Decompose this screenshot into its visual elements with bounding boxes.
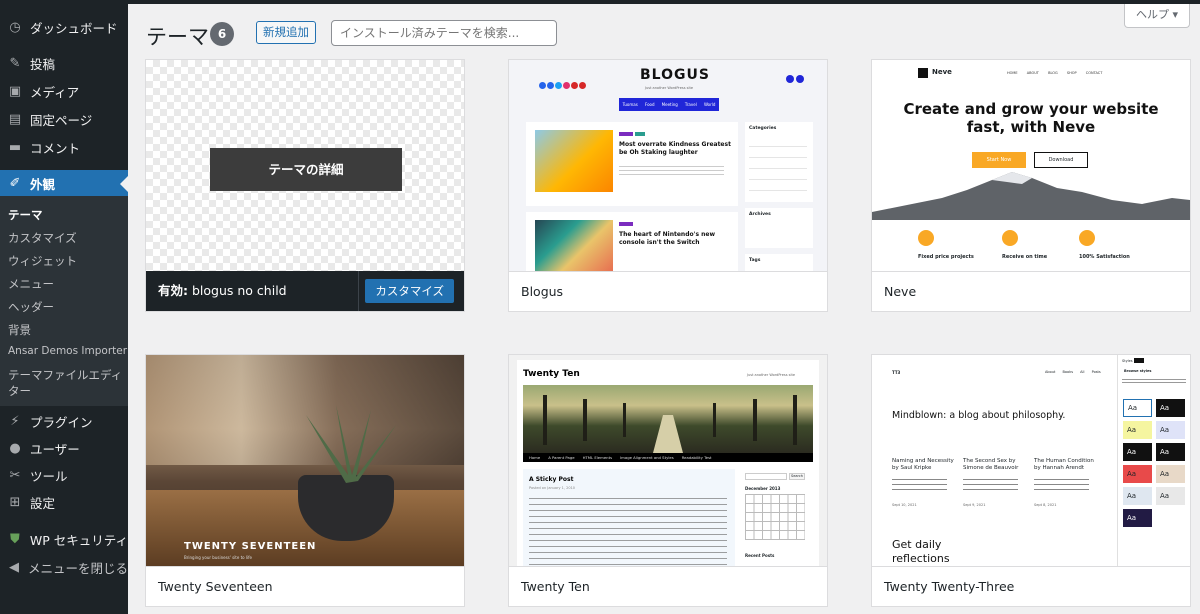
twenty-seventeen-title: TWENTY SEVENTEEN [184, 541, 317, 552]
blogus-social-icons [539, 74, 586, 93]
theme-name: Neve [872, 271, 1190, 311]
active-label: 有効: [158, 283, 188, 298]
calendar-grid [745, 494, 805, 540]
twenty-seventeen-screenshot[interactable]: TWENTY SEVENTEEN Bringing your business'… [146, 355, 464, 566]
shield-icon: ⛊ [10, 531, 20, 547]
blogus-nav: Tuomas Food Meeting Travel World [619, 98, 719, 111]
blogus-post-card-2: The heart of Nintendo's new console isn'… [526, 212, 738, 271]
submenu-menus[interactable]: メニュー [8, 276, 54, 292]
theme-name: Blogus [509, 271, 827, 311]
collapse-icon: ◀ [8, 559, 19, 575]
menu-plugins[interactable]: ⚡ プラグイン [0, 410, 128, 432]
submenu-header[interactable]: ヘッダー [8, 299, 54, 315]
plugin-icon: ⚡ [10, 413, 20, 429]
mountain-image [872, 172, 1190, 220]
twenty-ten-screenshot[interactable]: Twenty Ten Just another WordPress site H… [509, 355, 827, 566]
dashboard-icon: ◷ [9, 19, 21, 35]
blogus-search-icon [786, 75, 794, 83]
menu-comments[interactable]: ▬ コメント [0, 136, 128, 158]
wrench-icon: ✂ [9, 467, 21, 483]
theme-name: Twenty Ten [509, 566, 827, 606]
theme-count-badge: 6 [210, 22, 234, 46]
menu-pages[interactable]: ▤ 固定ページ [0, 108, 128, 130]
comment-icon: ▬ [8, 139, 22, 155]
blogus-mode-icon [796, 75, 804, 83]
customize-button[interactable]: カスタマイズ [365, 279, 454, 303]
submenu-themes[interactable]: テーマ [8, 207, 43, 223]
theme-name: Twenty Seventeen [146, 566, 464, 606]
blogus-logo: BLOGUS [640, 67, 710, 83]
tt3-styles-panel: Styles Browse styles Aa Aa Aa Aa Aa Aa A… [1117, 355, 1190, 566]
user-icon: ● [9, 440, 21, 456]
active-theme-bar: 有効: blogus no child カスタマイズ [146, 271, 464, 311]
theme-screenshot-placeholder[interactable]: テーマの詳細 [146, 60, 464, 271]
neve-screenshot[interactable]: Neve HOME ABOUT BLOG SHOP CONTACT Create… [872, 60, 1190, 271]
menu-dashboard[interactable]: ◷ ダッシュボード [0, 16, 128, 38]
theme-card-active[interactable]: テーマの詳細 有効: blogus no child カスタマイズ [145, 59, 465, 312]
theme-name: Twenty Twenty-Three [872, 566, 1190, 606]
menu-settings[interactable]: ⊞ 設定 [0, 491, 128, 513]
twenty-twenty-three-screenshot[interactable]: TT3 About Books All Posts Mindblown: a b… [872, 355, 1190, 566]
page-icon: ▤ [8, 111, 22, 127]
theme-card-neve[interactable]: Neve HOME ABOUT BLOG SHOP CONTACT Create… [871, 59, 1191, 312]
pin-icon: ✎ [9, 55, 21, 71]
theme-card-twenty-twenty-three[interactable]: TT3 About Books All Posts Mindblown: a b… [871, 354, 1191, 607]
neve-logo-icon [918, 68, 928, 78]
twenty-ten-nav: Home A Parent Page HTML Elements Image Alig… [523, 453, 813, 462]
tree-avenue-image [523, 385, 813, 453]
settings-icon: ⊞ [9, 494, 21, 510]
brush-icon: ✐ [9, 176, 21, 191]
theme-card-blogus[interactable]: BLOGUS Just another WordPress site Tuoma… [508, 59, 828, 312]
menu-media[interactable]: ▣ メディア [0, 80, 128, 102]
submenu-widgets[interactable]: ウィジェット [8, 253, 77, 269]
theme-card-twenty-seventeen[interactable]: TWENTY SEVENTEEN Bringing your business'… [145, 354, 465, 607]
active-theme-name: blogus no child [191, 283, 287, 298]
submenu-theme-editor[interactable]: テーマファイルエディ ター [8, 367, 122, 399]
blogus-screenshot[interactable]: BLOGUS Just another WordPress site Tuoma… [509, 60, 827, 271]
menu-posts[interactable]: ✎ 投稿 [0, 52, 128, 74]
submenu-background[interactable]: 背景 [8, 322, 31, 338]
page-title: テーマ [146, 25, 209, 49]
theme-search-input[interactable] [331, 20, 557, 46]
neve-nav: HOME ABOUT BLOG SHOP CONTACT [1007, 71, 1103, 75]
tt3-headline: Mindblown: a blog about philosophy. [892, 410, 1066, 421]
theme-card-twenty-ten[interactable]: Twenty Ten Just another WordPress site H… [508, 354, 828, 607]
theme-details-button[interactable]: テーマの詳細 [210, 148, 402, 191]
collapse-menu-button[interactable]: ◀ メニューを閉じる [0, 556, 128, 578]
help-tab-button[interactable]: ヘルプ ▾ [1124, 4, 1190, 28]
admin-sidebar: ◷ ダッシュボード ✎ 投稿 ▣ メディア ▤ 固定ページ ▬ コメント ✐ 外観 テーマ … [0, 0, 128, 614]
menu-users[interactable]: ● ユーザー [0, 437, 128, 459]
main-content: テーマ 6 新規追加 ヘルプ ▾ テーマの詳細 有効: blogus no ch… [128, 4, 1200, 614]
submenu-customize[interactable]: カスタマイズ [8, 230, 77, 246]
menu-wp-security[interactable]: ⛊ WP セキュリティ [0, 528, 128, 550]
submenu-ansar-demos[interactable]: Ansar Demos Importer [8, 345, 127, 357]
menu-tools[interactable]: ✂ ツール [0, 464, 128, 486]
menu-appearance[interactable]: ✐ 外観 [0, 170, 128, 197]
media-icon: ▣ [8, 83, 22, 99]
blogus-post-card: Most overrate Kindness Greatest be Oh St… [526, 122, 738, 206]
plant-leaves [306, 405, 396, 483]
appearance-submenu: テーマ カスタマイズ ウィジェット メニュー ヘッダー 背景 Ansar Dem… [0, 196, 128, 406]
add-new-theme-button[interactable]: 新規追加 [256, 21, 316, 44]
astronaut-image [535, 130, 613, 192]
neve-headline: Create and grow your website fast, with … [903, 100, 1159, 136]
